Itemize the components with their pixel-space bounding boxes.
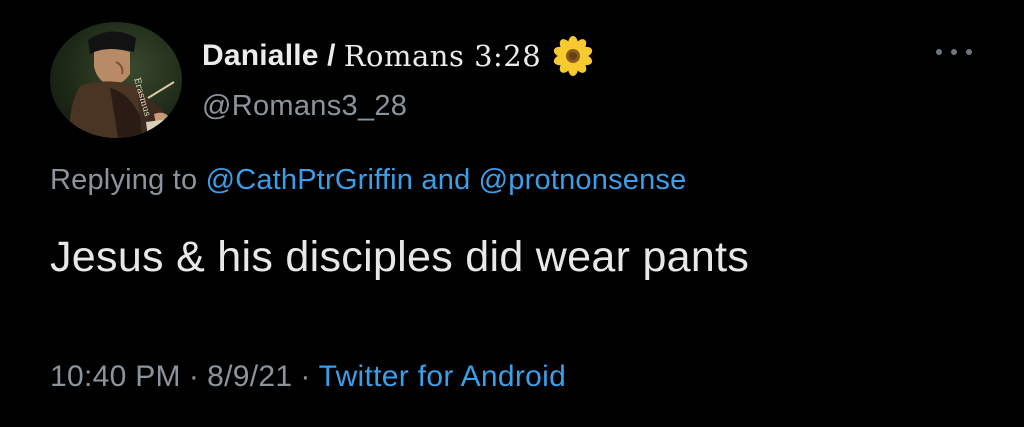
display-name-fancy[interactable]: Romans 3:28 bbox=[344, 39, 541, 73]
avatar[interactable]: Erasmus bbox=[50, 22, 182, 138]
display-name[interactable]: Danialle / bbox=[202, 39, 336, 73]
replying-conjunction: and bbox=[421, 164, 471, 196]
tweet-date[interactable]: 8/9/21 bbox=[207, 360, 292, 393]
replying-to-line: Replying to @CathPtrGriffin and @protnon… bbox=[50, 164, 686, 197]
tweet-meta: 10:40 PM · 8/9/21 · Twitter for Android bbox=[50, 360, 566, 394]
tweet-header: Danialle / Romans 3:28 @Romans3_28 bbox=[202, 36, 593, 132]
handle[interactable]: @Romans3_28 bbox=[202, 90, 593, 123]
sunflower-icon bbox=[553, 36, 593, 76]
name-row[interactable]: Danialle / Romans 3:28 bbox=[202, 36, 593, 76]
mention-link-2[interactable]: @protnonsense bbox=[479, 164, 687, 196]
tweet-source-link[interactable]: Twitter for Android bbox=[319, 360, 566, 393]
replying-to-label: Replying to bbox=[50, 164, 198, 196]
avatar-portrait: Erasmus bbox=[69, 31, 178, 138]
meta-separator-2: · bbox=[300, 360, 311, 393]
tweet-card: Erasmus Danialle / Romans 3:28 @Romans3_… bbox=[0, 0, 1024, 427]
tweet-time[interactable]: 10:40 PM bbox=[50, 360, 181, 393]
mention-link-1[interactable]: @CathPtrGriffin bbox=[206, 164, 414, 196]
more-options-icon[interactable] bbox=[936, 46, 972, 58]
tweet-text: Jesus & his disciples did wear pants bbox=[50, 233, 750, 281]
meta-separator: · bbox=[188, 360, 200, 393]
